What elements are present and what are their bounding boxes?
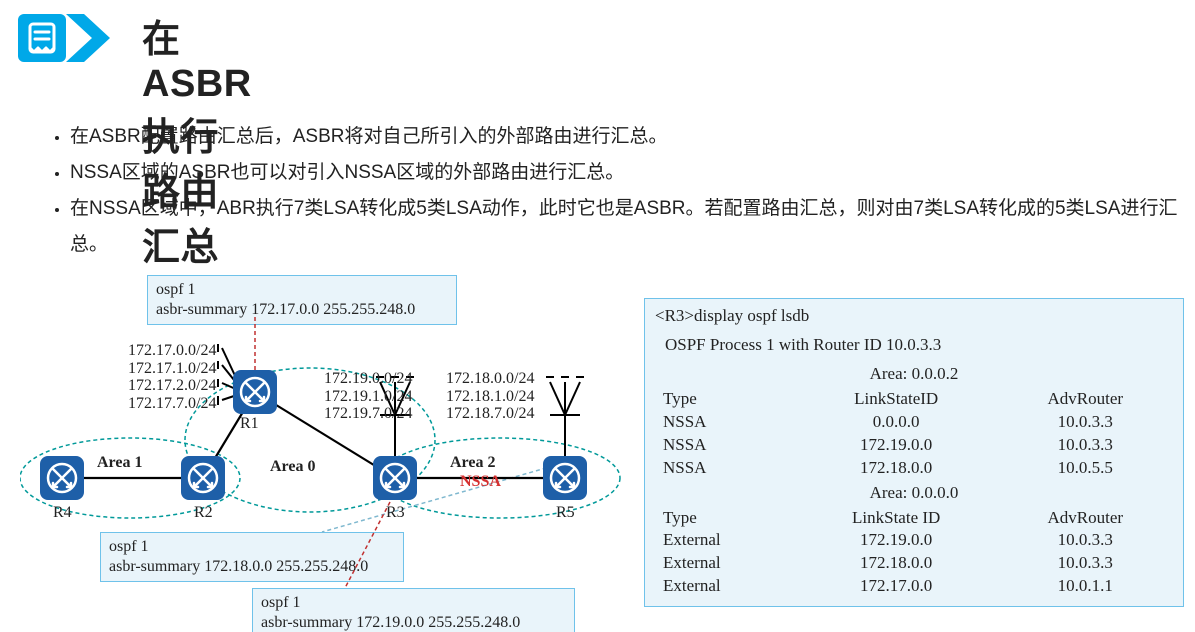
table-row: NSSA 172.19.0.0 10.0.3.3	[655, 434, 1173, 457]
cell-type: External	[655, 529, 795, 552]
col-header: Type	[655, 388, 795, 411]
router-r3-label: R3	[386, 504, 405, 522]
cell-lsid: 172.17.0.0	[795, 575, 998, 598]
col-header: LinkState ID	[795, 507, 998, 530]
subnets-r3: 172.19.0.0/24 172.19.1.0/24 172.19.7.0/2…	[324, 370, 412, 423]
router-r4-label: R4	[53, 504, 72, 522]
table-row: External 172.19.0.0 10.0.3.3	[655, 529, 1173, 552]
router-r5-icon	[543, 456, 587, 500]
cell-lsid: 172.19.0.0	[795, 434, 998, 457]
cli-output-box: <R3>display ospf lsdb OSPF Process 1 wit…	[644, 298, 1184, 607]
cell-lsid: 172.18.0.0	[795, 457, 998, 480]
cli-process-line: OSPF Process 1 with Router ID 10.0.3.3	[665, 334, 1173, 357]
col-header: AdvRouter	[998, 388, 1173, 411]
col-header: LinkStateID	[795, 388, 998, 411]
cell-lsid: 0.0.0.0	[795, 411, 998, 434]
router-r1-icon	[233, 370, 277, 414]
cell-type: NSSA	[655, 411, 795, 434]
list-item: NSSA区域的ASBR也可以对引入NSSA区域的外部路由进行汇总。	[70, 155, 1195, 191]
cell-type: External	[655, 552, 795, 575]
router-r2-icon	[181, 456, 225, 500]
cell-adv: 10.0.1.1	[998, 575, 1173, 598]
router-r2-label: R2	[194, 504, 213, 522]
cell-type: NSSA	[655, 457, 795, 480]
cell-adv: 10.0.5.5	[998, 457, 1173, 480]
area-header-02: Area: 0.0.0.2	[655, 363, 1173, 386]
lsdb-table-area02: Type LinkStateID AdvRouter NSSA 0.0.0.0 …	[655, 388, 1173, 480]
nssa-label: NSSA	[460, 473, 501, 491]
table-row: External 172.17.0.0 10.0.1.1	[655, 575, 1173, 598]
cell-lsid: 172.19.0.0	[795, 529, 998, 552]
subnets-r5: 172.18.0.0/24 172.18.1.0/24 172.18.7.0/2…	[446, 370, 534, 423]
cell-lsid: 172.18.0.0	[795, 552, 998, 575]
table-row: External 172.18.0.0 10.0.3.3	[655, 552, 1173, 575]
cell-adv: 10.0.3.3	[998, 552, 1173, 575]
network-diagram: ospf 1 asbr-summary 172.17.0.0 255.255.2…	[20, 270, 640, 620]
cli-command: <R3>display ospf lsdb	[655, 305, 1173, 328]
table-row: NSSA 0.0.0.0 10.0.3.3	[655, 411, 1173, 434]
cell-adv: 10.0.3.3	[998, 411, 1173, 434]
router-r1-label: R1	[240, 415, 259, 433]
list-item: 在NSSA区域中，ABR执行7类LSA转化成5类LSA动作，此时它也是ASBR。…	[70, 191, 1195, 263]
lsdb-table-area00: Type LinkState ID AdvRouter External 172…	[655, 507, 1173, 599]
router-r3-icon	[373, 456, 417, 500]
bullet-list: 在ASBR配置路由汇总后，ASBR将对自己所引入的外部路由进行汇总。 NSSA区…	[30, 119, 1195, 263]
document-icon	[18, 14, 66, 62]
table-row: NSSA 172.18.0.0 10.0.5.5	[655, 457, 1173, 480]
cell-adv: 10.0.3.3	[998, 434, 1173, 457]
cell-type: NSSA	[655, 434, 795, 457]
col-header: Type	[655, 507, 795, 530]
router-r5-label: R5	[556, 504, 575, 522]
chevron-right-icon	[66, 14, 116, 62]
area1-label: Area 1	[97, 454, 142, 472]
col-header: AdvRouter	[998, 507, 1173, 530]
router-r4-icon	[40, 456, 84, 500]
cell-type: External	[655, 575, 795, 598]
cell-adv: 10.0.3.3	[998, 529, 1173, 552]
list-item: 在ASBR配置路由汇总后，ASBR将对自己所引入的外部路由进行汇总。	[70, 119, 1195, 155]
area-header-00: Area: 0.0.0.0	[655, 482, 1173, 505]
area2-label: Area 2	[450, 454, 495, 472]
topology-svg	[20, 270, 640, 630]
area0-label: Area 0	[270, 458, 315, 476]
subnets-r1: 172.17.0.0/24 172.17.1.0/24 172.17.2.0/2…	[128, 342, 216, 412]
